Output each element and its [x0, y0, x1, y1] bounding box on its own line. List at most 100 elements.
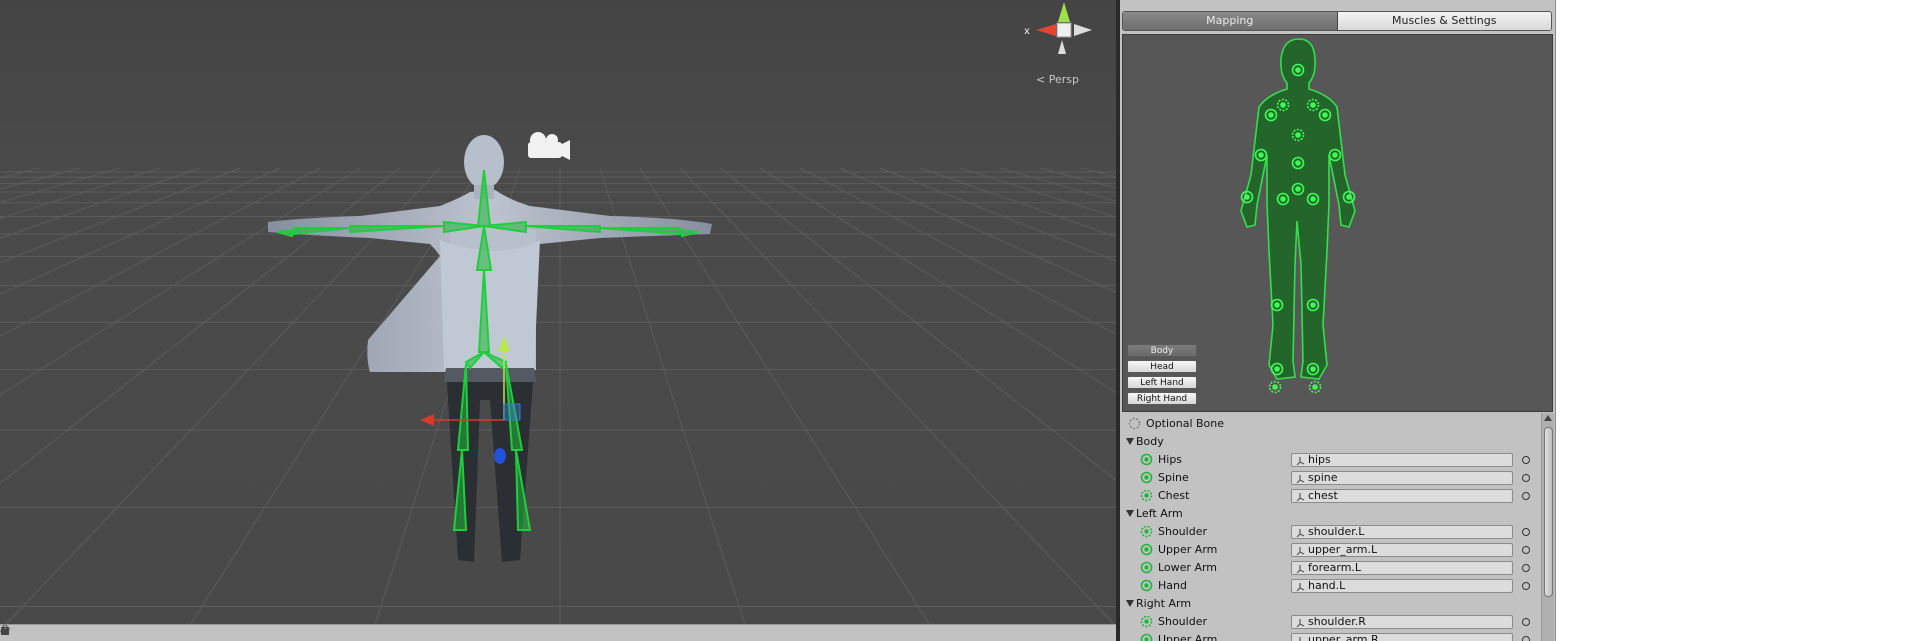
bone-label: Chest — [1158, 489, 1190, 502]
bone-row: Hips hips — [1122, 451, 1541, 468]
bone-status-icon — [1140, 453, 1153, 466]
bone-row: Lower Arm forearm.L — [1122, 559, 1541, 576]
avatar-joint-dot — [1310, 302, 1316, 308]
bone-row: Spine spine — [1122, 469, 1541, 486]
avatar-joint-dot — [1268, 112, 1274, 118]
scroll-thumb[interactable] — [1544, 427, 1553, 597]
optional-bone-label: Optional Bone — [1146, 417, 1225, 430]
bone-object-field[interactable]: shoulder.L — [1291, 525, 1513, 539]
bone-object-field[interactable]: hand.L — [1291, 579, 1513, 593]
inspector-tabs: Mapping Muscles & Settings — [1122, 11, 1552, 31]
transform-icon — [1296, 493, 1305, 502]
bone-row: Upper Arm upper_arm.L — [1122, 541, 1541, 558]
bone-object-value: upper_arm.R — [1308, 633, 1379, 641]
foldout-arrow-icon[interactable] — [1126, 600, 1134, 607]
avatar-joint-dot — [1295, 67, 1301, 73]
bone-object-field[interactable]: forearm.L — [1291, 561, 1513, 575]
persp-icon: < — [1036, 73, 1049, 86]
bone-group-label: Left Arm — [1136, 507, 1183, 520]
bone-label: Shoulder — [1158, 525, 1207, 538]
avatar-joint-dot — [1332, 152, 1338, 158]
avatar-joint-dot — [1346, 194, 1352, 200]
avatar-joint-dot — [1295, 132, 1301, 138]
avatar-joint-dot — [1280, 196, 1286, 202]
bone-group-header[interactable]: Body — [1122, 433, 1541, 450]
scene-view[interactable]: x < Persp or — [0, 0, 1116, 641]
bone-row: Upper Arm upper_arm.R — [1122, 631, 1541, 641]
transform-icon — [1296, 583, 1305, 592]
projection-label[interactable]: < Persp — [1036, 73, 1079, 86]
bone-object-field[interactable]: hips — [1291, 453, 1513, 467]
bone-object-value: forearm.L — [1308, 561, 1362, 574]
object-picker-icon[interactable] — [1522, 564, 1530, 572]
bone-label: Upper Arm — [1158, 543, 1218, 556]
avatar-joint-dot — [1244, 194, 1250, 200]
avatar-joint-dot — [1272, 384, 1278, 390]
object-picker-icon[interactable] — [1522, 546, 1530, 554]
avatar-joint-dot — [1274, 302, 1280, 308]
mapping-scrollbar[interactable] — [1541, 413, 1554, 641]
object-picker-icon[interactable] — [1522, 492, 1530, 500]
object-picker-icon[interactable] — [1522, 474, 1530, 482]
avatar-joint-dot — [1274, 366, 1280, 372]
bone-label: Hand — [1158, 579, 1187, 592]
bone-object-value: shoulder.L — [1308, 525, 1365, 538]
bone-group-header[interactable]: Right Arm — [1122, 595, 1541, 612]
body-part-right-hand-button[interactable]: Right Hand — [1127, 392, 1197, 405]
scroll-up-arrow-icon[interactable] — [1544, 415, 1552, 421]
avatar-joint-dot — [1312, 384, 1318, 390]
body-silhouette — [1240, 38, 1356, 380]
bone-status-icon — [1140, 633, 1153, 641]
optional-bone-icon — [1128, 417, 1141, 430]
body-part-body-button[interactable]: Body — [1127, 344, 1197, 357]
bone-status-icon — [1140, 579, 1153, 592]
menu-icon[interactable] — [0, 625, 10, 635]
avatar-joint-dot — [1280, 102, 1286, 108]
bone-label: Upper Arm — [1158, 633, 1218, 641]
scene-canvas[interactable]: x — [0, 0, 1116, 641]
bone-group-header[interactable]: Left Arm — [1122, 505, 1541, 522]
bone-status-icon — [1140, 525, 1153, 538]
bone-label: Lower Arm — [1158, 561, 1218, 574]
foldout-arrow-icon[interactable] — [1126, 510, 1134, 517]
body-part-selector: Body Head Left Hand Right Hand — [1127, 344, 1197, 405]
bone-group-label: Right Arm — [1136, 597, 1192, 610]
avatar-joint-dot — [1310, 196, 1316, 202]
tab-muscles-settings[interactable]: Muscles & Settings — [1337, 12, 1551, 30]
bone-object-field[interactable]: shoulder.R — [1291, 615, 1513, 629]
projection-text: Persp — [1048, 73, 1079, 86]
bone-object-field[interactable]: chest — [1291, 489, 1513, 503]
bone-row: Shoulder shoulder.L — [1122, 523, 1541, 540]
body-part-head-button[interactable]: Head — [1127, 360, 1197, 373]
svg-text:x: x — [1024, 26, 1030, 37]
bone-label: Hips — [1158, 453, 1183, 466]
bone-row: Hand hand.L — [1122, 577, 1541, 594]
avatar-joint-dot — [1295, 186, 1301, 192]
avatar-body-view: Body Head Left Hand Right Hand — [1122, 34, 1553, 412]
bone-object-value: spine — [1308, 471, 1338, 484]
object-picker-icon[interactable] — [1522, 456, 1530, 464]
bone-row: Shoulder shoulder.R — [1122, 613, 1541, 630]
transform-icon — [1296, 475, 1305, 484]
object-picker-icon[interactable] — [1522, 618, 1530, 626]
body-part-left-hand-button[interactable]: Left Hand — [1127, 376, 1197, 389]
bone-object-field[interactable]: upper_arm.R — [1291, 633, 1513, 641]
foldout-arrow-icon[interactable] — [1126, 438, 1134, 445]
transform-icon — [1296, 529, 1305, 538]
bone-object-value: upper_arm.L — [1308, 543, 1378, 556]
object-picker-icon[interactable] — [1522, 636, 1530, 641]
bone-status-icon — [1140, 561, 1153, 574]
bone-status-icon — [1140, 471, 1153, 484]
tab-mapping[interactable]: Mapping — [1123, 12, 1338, 30]
bone-object-field[interactable]: spine — [1291, 471, 1513, 485]
object-picker-icon[interactable] — [1522, 528, 1530, 536]
object-picker-icon[interactable] — [1522, 582, 1530, 590]
bone-object-field[interactable]: upper_arm.L — [1291, 543, 1513, 557]
transform-icon — [1296, 457, 1305, 466]
transform-icon — [1296, 619, 1305, 628]
transform-icon — [1296, 565, 1305, 574]
bone-status-icon — [1140, 489, 1153, 502]
transform-icon — [1299, 637, 1301, 641]
bone-label: Spine — [1158, 471, 1189, 484]
avatar-joint-dot — [1310, 102, 1316, 108]
